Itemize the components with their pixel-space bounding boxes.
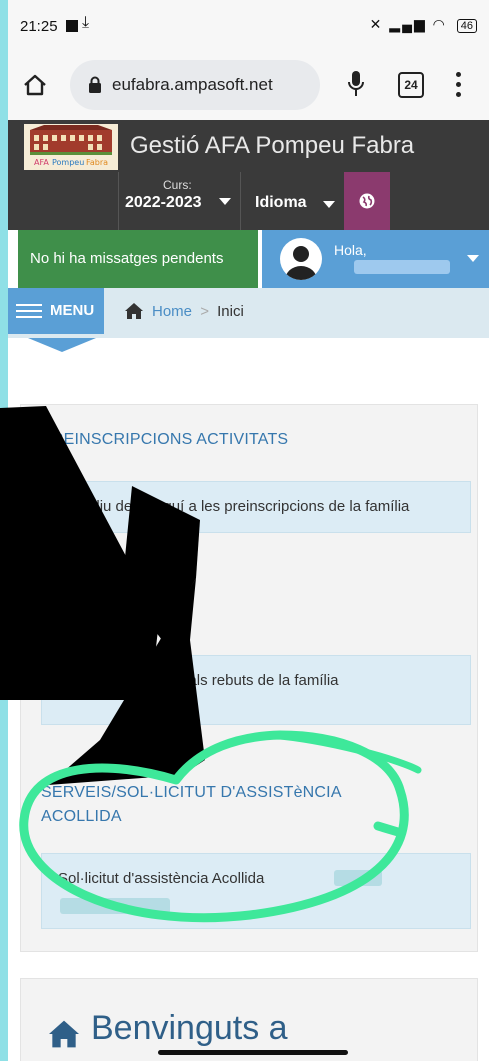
wifi-icon: ◠ [432, 16, 447, 32]
breadcrumb-home-link[interactable]: Home [152, 303, 192, 320]
chevron-down-icon [219, 198, 231, 205]
home-icon[interactable] [124, 302, 144, 320]
tab-switcher-button[interactable]: 24 [398, 72, 424, 98]
school-year-dropdown[interactable]: Curs: 2022-2023 [118, 172, 239, 230]
redacted-name [334, 870, 382, 886]
chevron-down-icon [323, 201, 335, 208]
signal-icon: ▂▄▆ [389, 16, 427, 32]
svg-text:Fabra: Fabra [86, 158, 108, 167]
welcome-title: Benvinguts a [91, 1009, 288, 1047]
user-menu[interactable]: Hola, [262, 230, 489, 288]
chevron-down-icon [467, 255, 479, 262]
browser-toolbar: eufabra.ampasoft.net 24 [8, 50, 489, 120]
menu-label: MENU [50, 302, 95, 319]
lock-icon [89, 76, 101, 93]
breadcrumb-separator: > [200, 303, 209, 320]
home-icon [49, 1020, 79, 1048]
phone-screen: 21:25 ⤓ ✕ ▂▄▆ ◠ 46 eufabra.ampasoft.net … [8, 0, 489, 1061]
download-icon: ⤓ [82, 14, 90, 31]
status-bar: 21:25 ⤓ ✕ ▂▄▆ ◠ 46 [8, 0, 489, 50]
school-logo[interactable]: AFA Pompeu Fabra [24, 124, 118, 170]
rebuts-text: Accediu des d'aquí als rebuts de la famí… [58, 672, 339, 689]
section-title-preinscripcions[interactable]: PREINSCRIPCIONS ACTIVITATS [41, 431, 288, 449]
menu-button[interactable]: MENU [8, 288, 104, 334]
home-indicator[interactable] [158, 1050, 348, 1055]
language-label: Idioma [255, 194, 307, 211]
globe-icon [359, 193, 375, 209]
acollida-text: Sol·licitut d'assistència Acollida [58, 870, 265, 887]
dashboard-panel: PREINSCRIPCIONS ACTIVITATS Accediu des d… [20, 404, 478, 952]
site-header: AFA Pompeu Fabra Gestió AFA Pompeu Fabra [8, 120, 489, 172]
mute-icon: ✕ [369, 16, 384, 32]
greeting-text: Hola, [334, 242, 367, 258]
breadcrumb: Home > Inici [152, 303, 244, 320]
preinscripcions-text: Accediu des d'aquí a les preinscripcions… [58, 498, 410, 515]
section-title-rebuts[interactable]: REBUTS [41, 607, 107, 625]
notification-square-icon [66, 20, 78, 32]
no-messages-banner[interactable]: No hi ha missatges pendents [18, 230, 258, 288]
status-icons: ✕ ▂▄▆ ◠ 46 [370, 16, 477, 33]
breadcrumb-current: Inici [217, 303, 244, 320]
globe-button[interactable] [344, 172, 390, 230]
mic-icon[interactable] [348, 70, 364, 98]
redacted-name-line2 [60, 898, 170, 914]
language-dropdown[interactable]: Idioma [240, 172, 343, 230]
rebuts-link-box[interactable]: Accediu des d'aquí als rebuts de la famí… [41, 655, 471, 725]
selector-row: Curs: 2022-2023 Idioma [8, 172, 489, 230]
svg-text:Pompeu: Pompeu [52, 158, 84, 167]
section-title-acollida[interactable]: SERVEIS/SOL·LICITUT D'ASSISTèNCIA ACOLLI… [41, 781, 371, 829]
curs-label: Curs: [163, 178, 192, 192]
preinscripcions-link-box[interactable]: Accediu des d'aquí a les preinscripcions… [41, 481, 471, 533]
home-icon[interactable] [22, 72, 48, 98]
hamburger-icon [16, 304, 42, 322]
site-title: Gestió AFA Pompeu Fabra [130, 132, 415, 159]
breadcrumb-bar: MENU Home > Inici [8, 288, 489, 338]
battery-icon: 46 [456, 19, 477, 33]
address-bar[interactable]: eufabra.ampasoft.net [70, 60, 320, 110]
redacted-username [354, 260, 450, 274]
status-time: 21:25 [20, 18, 58, 35]
menu-tab-pointer [28, 338, 96, 352]
message-row: No hi ha missatges pendents Hola, [18, 230, 489, 288]
welcome-panel: Benvinguts a [20, 978, 478, 1061]
acollida-link-box[interactable]: Sol·licitut d'assistència Acollida [41, 853, 471, 929]
url-text: eufabra.ampasoft.net [112, 75, 273, 94]
avatar [280, 238, 322, 280]
svg-text:AFA: AFA [34, 158, 49, 167]
curs-value: 2022-2023 [125, 194, 202, 211]
more-options-icon[interactable] [456, 72, 462, 98]
